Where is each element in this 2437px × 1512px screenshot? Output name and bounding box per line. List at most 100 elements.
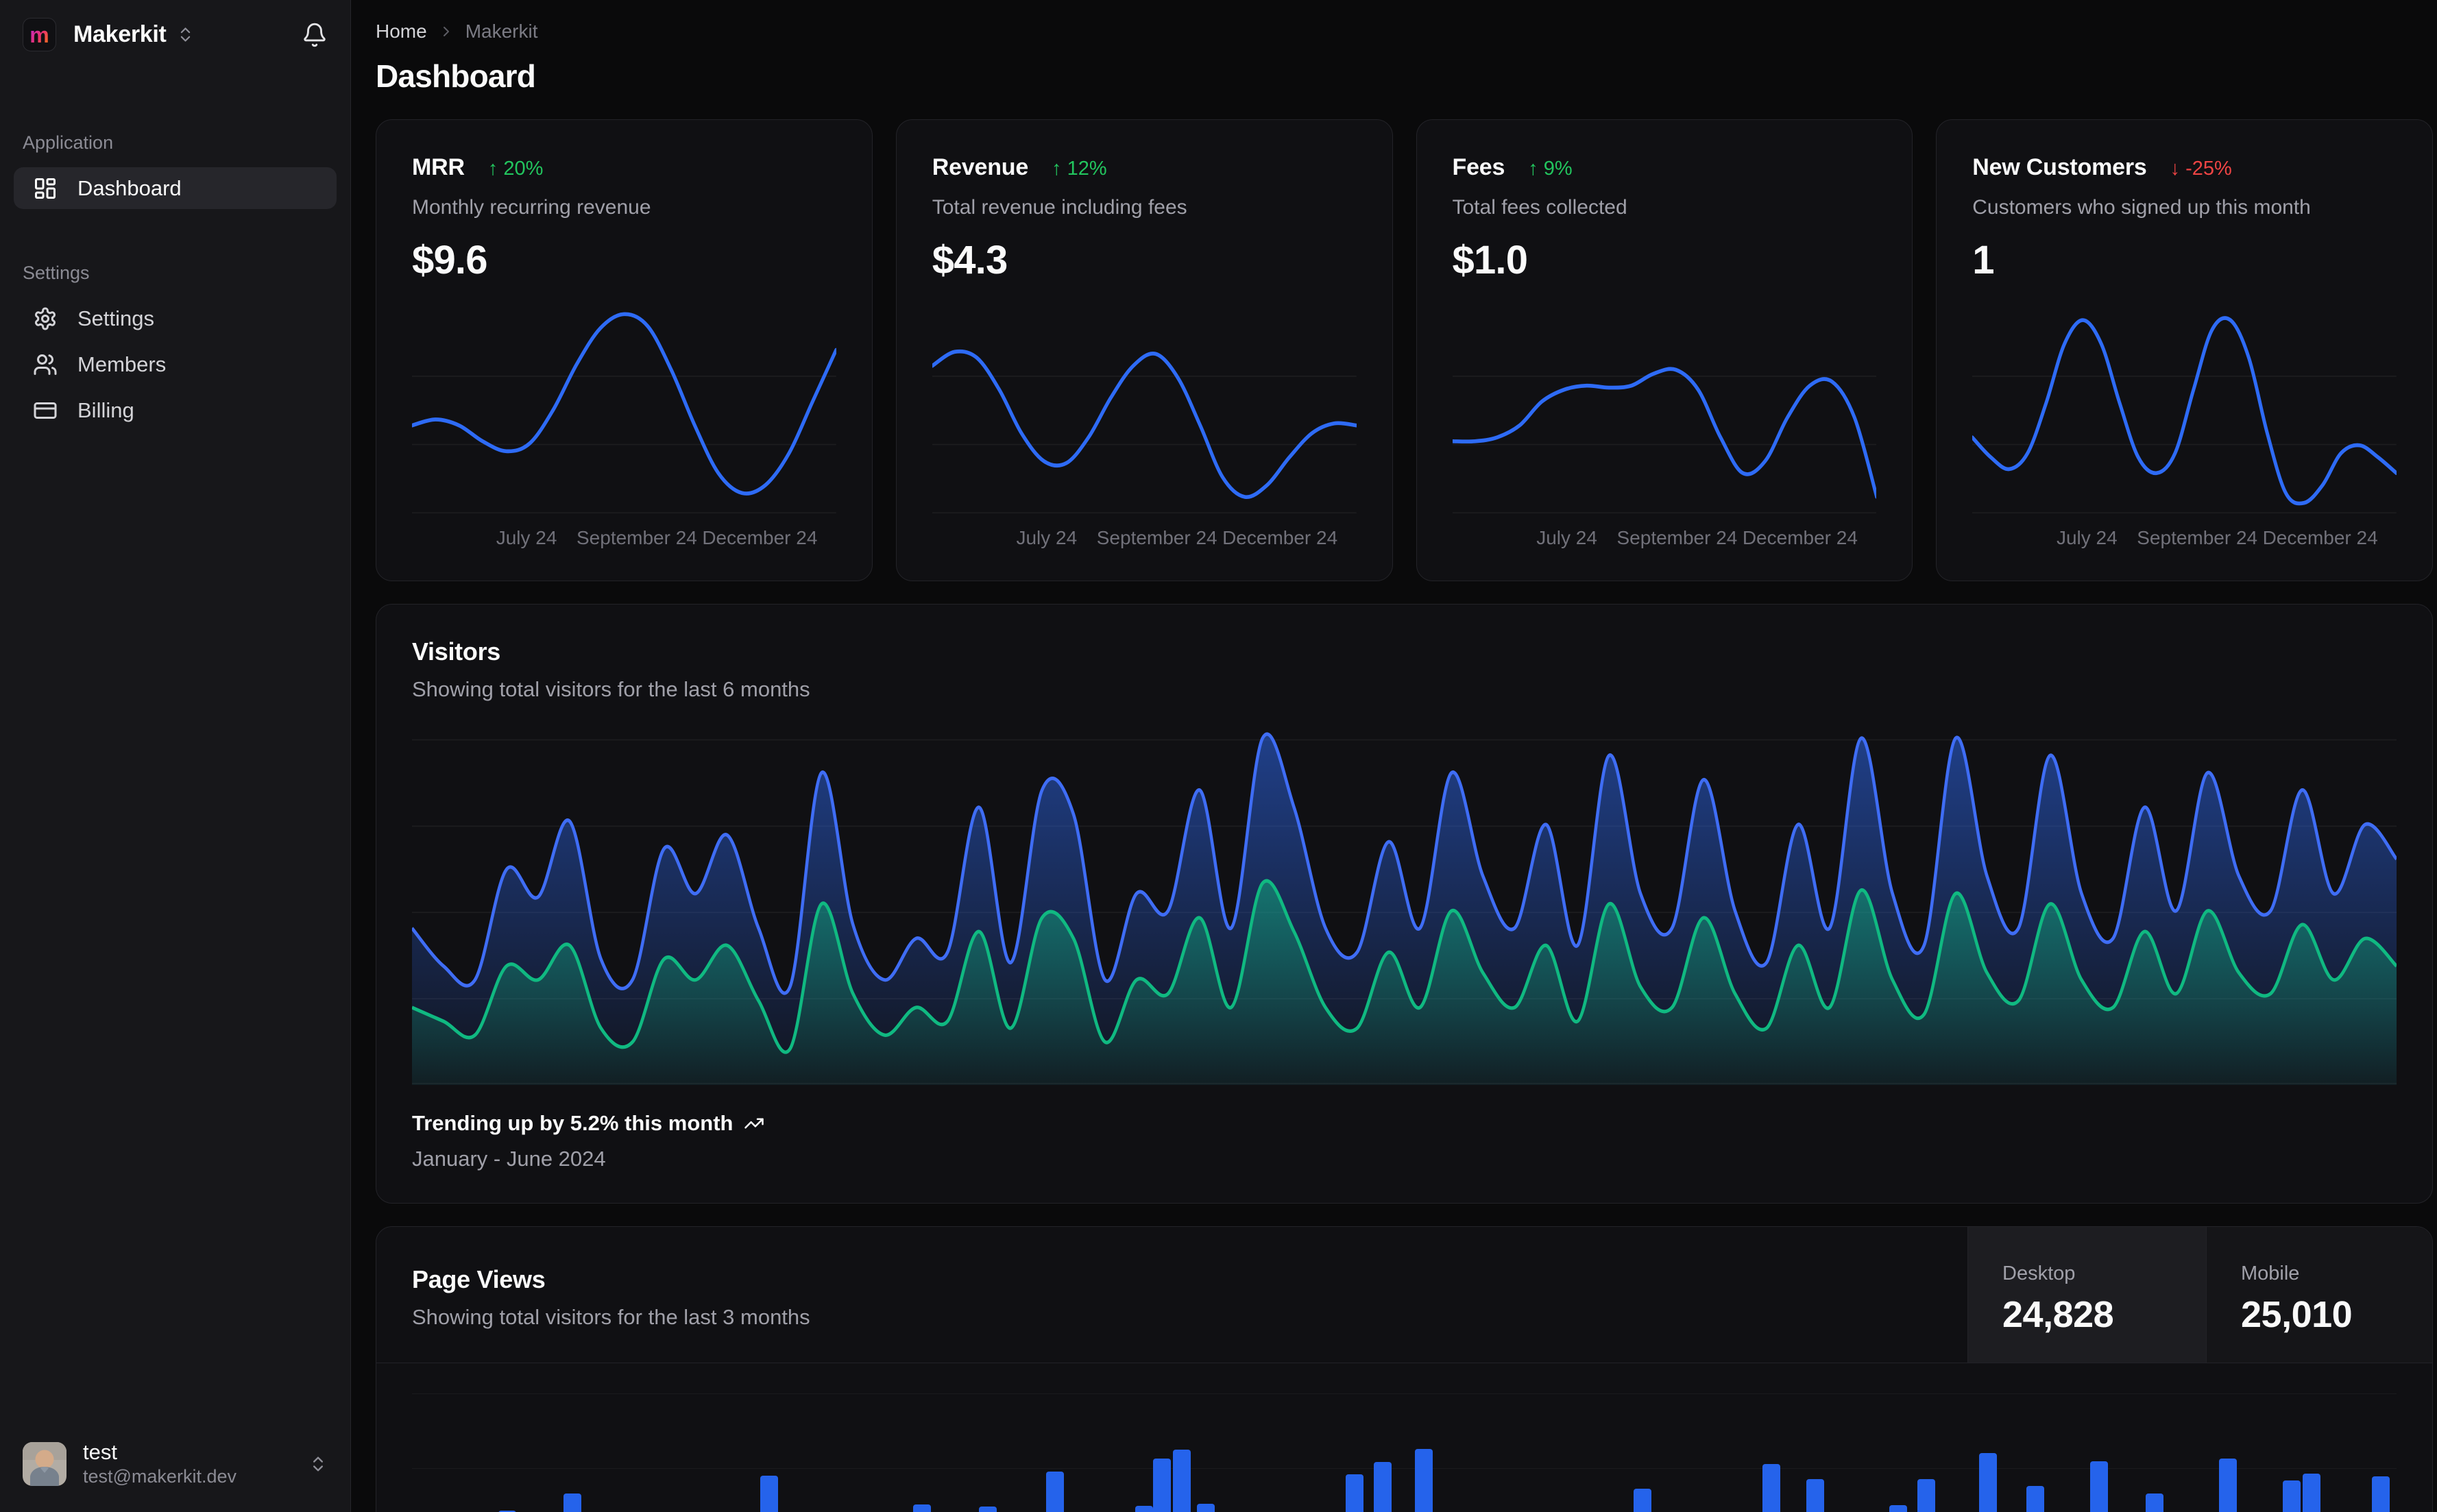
pageviews-bar	[1415, 1449, 1433, 1512]
x-axis-labels: July 24 September 24 December 24	[1016, 527, 1338, 548]
pageviews-bar	[1045, 1472, 1064, 1512]
pageviews-card: Page Views Showing total visitors for th…	[376, 1226, 2433, 1512]
trend-badge: ↑ 20%	[487, 158, 544, 180]
sidebar-item-settings[interactable]: Settings	[14, 297, 337, 339]
toggle-label: Desktop	[2002, 1263, 2076, 1284]
pageviews-bar	[2026, 1486, 2045, 1512]
makerkit-logo: m	[23, 18, 56, 51]
sidebar-nav: Application Dashboard Settings Settings	[14, 132, 337, 1432]
pageviews-subtitle: Showing total visitors for the last 3 mo…	[412, 1305, 810, 1329]
pageviews-bar	[1806, 1479, 1824, 1512]
trend-up-arrow-icon: ↑	[1052, 158, 1062, 180]
user-meta: test test@makerkit.dev	[83, 1439, 237, 1489]
chevrons-up-down-icon[interactable]	[308, 1454, 328, 1474]
stat-title: Revenue	[932, 154, 1029, 180]
sidebar-item-label: Members	[77, 352, 167, 376]
pageviews-bar	[2218, 1459, 2237, 1512]
stat-value: $4.3	[932, 238, 1008, 282]
sidebar: m Makerkit Application Dashboard Setting…	[0, 0, 351, 1512]
toggle-mobile-button[interactable]: Mobile 25,010	[2206, 1227, 2432, 1363]
pageviews-bar	[2145, 1493, 2163, 1512]
toggle-desktop-button[interactable]: Desktop 24,828	[1967, 1227, 2206, 1363]
main-content: Home Makerkit Dashboard MRR ↑ 20% Monthly…	[351, 0, 2437, 1512]
visitors-subtitle: Showing total visitors for the last 6 mo…	[412, 677, 810, 701]
pageviews-bar	[978, 1507, 997, 1512]
users-icon	[33, 352, 58, 377]
sparkline-chart	[1972, 306, 2397, 517]
pageviews-bar	[1889, 1505, 1908, 1512]
stat-description: Customers who signed up this month	[1972, 196, 2311, 219]
toggle-value: 24,828	[2002, 1294, 2114, 1335]
stat-value: 1	[1972, 238, 1994, 282]
app-root: m Makerkit Application Dashboard Setting…	[0, 0, 2437, 1512]
pageviews-bar	[2282, 1480, 2301, 1512]
bell-icon[interactable]	[302, 22, 328, 48]
pageviews-bar	[2089, 1461, 2108, 1512]
workspace-name[interactable]: Makerkit	[73, 21, 167, 48]
stat-description: Total fees collected	[1452, 196, 1627, 219]
pageviews-series-toggle: Desktop 24,828 Mobile 25,010	[1967, 1227, 2432, 1363]
stat-description: Total revenue including fees	[932, 196, 1187, 219]
avatar	[23, 1441, 66, 1486]
sidebar-item-billing[interactable]: Billing	[14, 389, 337, 431]
pageviews-bar	[563, 1493, 582, 1512]
stat-title: Fees	[1452, 154, 1505, 180]
x-axis-labels: July 24 September 24 December 24	[496, 527, 818, 548]
chevron-right-icon	[438, 23, 454, 40]
stat-card-mrr: MRR ↑ 20% Monthly recurring revenue $9.6 …	[376, 119, 873, 581]
visitors-card: Visitors Showing total visitors for the …	[376, 604, 2433, 1204]
x-axis-labels: July 24 September 24 December 24	[1536, 527, 1858, 548]
pageviews-bar	[1762, 1464, 1781, 1512]
layout-dashboard-icon	[33, 176, 58, 201]
user-menu[interactable]: test test@makerkit.dev	[14, 1432, 337, 1493]
pageviews-bar	[1346, 1474, 1364, 1512]
stat-title: MRR	[412, 154, 465, 180]
nav-group-label-settings: Settings	[23, 263, 90, 283]
pageviews-bar	[1135, 1506, 1154, 1512]
trend-down-arrow-icon: ↓	[2170, 158, 2181, 180]
trend-badge: ↑ 9%	[1528, 158, 1573, 180]
pageviews-header: Page Views Showing total visitors for th…	[376, 1227, 2432, 1363]
pageviews-bar	[1633, 1489, 1651, 1512]
nav-group-label-application: Application	[23, 132, 114, 153]
breadcrumb-current: Makerkit	[465, 21, 538, 42]
sidebar-item-label: Dashboard	[77, 175, 182, 200]
sidebar-item-label: Billing	[77, 398, 134, 422]
stat-description: Monthly recurring revenue	[412, 196, 651, 219]
pageviews-bar	[913, 1504, 931, 1512]
page-title: Dashboard	[376, 58, 536, 94]
sidebar-item-label: Settings	[77, 306, 155, 330]
pageviews-bar	[1153, 1459, 1172, 1512]
toggle-label: Mobile	[2241, 1263, 2300, 1284]
pageviews-bar-chart	[412, 1363, 2397, 1512]
trend-up-arrow-icon: ↑	[1528, 158, 1538, 180]
user-email: test@makerkit.dev	[83, 1466, 237, 1487]
sparkline-chart	[1452, 306, 1877, 517]
pageviews-bar	[1373, 1462, 1392, 1512]
trend-badge: ↓ -25%	[2170, 158, 2232, 180]
chevrons-up-down-icon[interactable]	[176, 25, 195, 44]
stat-cards-row: MRR ↑ 20% Monthly recurring revenue $9.6 …	[376, 119, 2433, 581]
breadcrumb-home[interactable]: Home	[376, 21, 427, 42]
trend-up-arrow-icon: ↑	[487, 158, 498, 180]
pageviews-bar	[1978, 1453, 1997, 1512]
gear-icon	[33, 306, 58, 331]
pageviews-bar	[2302, 1474, 2320, 1512]
user-name: test	[83, 1439, 117, 1464]
visitors-chart-svg	[412, 732, 2397, 1085]
visitors-footer: Trending up by 5.2% this month January -…	[412, 1111, 2397, 1171]
stat-value: $1.0	[1452, 238, 1528, 282]
pageviews-bar	[1173, 1450, 1191, 1512]
pageviews-bar	[1197, 1504, 1215, 1512]
sidebar-item-members[interactable]: Members	[14, 343, 337, 385]
logo-letter: m	[29, 22, 49, 47]
stat-card-fees: Fees ↑ 9% Total fees collected $1.0 July …	[1416, 119, 1913, 581]
visitors-title: Visitors	[412, 637, 500, 666]
visitors-area-chart	[412, 732, 2397, 1085]
toggle-value: 25,010	[2241, 1294, 2353, 1335]
stat-value: $9.6	[412, 238, 487, 282]
sidebar-item-dashboard[interactable]: Dashboard	[14, 167, 337, 209]
pageviews-bar	[2371, 1476, 2390, 1512]
stat-card-new-customers: New Customers ↓ -25% Customers who signed…	[1936, 119, 2433, 581]
trend-badge: ↑ 12%	[1052, 158, 1107, 180]
